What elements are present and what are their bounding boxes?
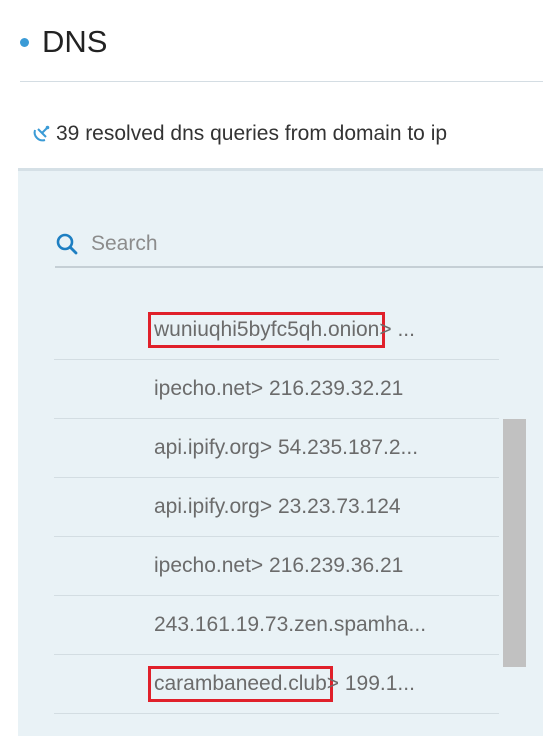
section-title: DNS (42, 24, 108, 59)
resolved-ip: > ... (379, 318, 415, 341)
scrollbar-thumb[interactable] (503, 419, 526, 667)
dns-section-header: DNS (0, 0, 543, 82)
summary-text: 39 resolved dns queries from domain to i… (56, 122, 448, 145)
list-item[interactable]: 243.161.19.73.zen.spamha... (54, 596, 499, 655)
resolved-ip: > 54.235.187.2... (259, 436, 419, 459)
resolved-ip: > 23.23.73.124 (259, 495, 401, 518)
query-domain: api.ipify.org (154, 495, 260, 518)
resolved-ip: > 216.239.36.21 (250, 554, 404, 577)
query-domain: api.ipify.org (154, 436, 260, 459)
bullet-icon (20, 38, 29, 47)
dns-queries-panel: wuniuqhi5byfc5qh.onion > ... ipecho.net … (18, 168, 543, 736)
list-item[interactable]: ipecho.net > 216.239.36.21 (54, 537, 499, 596)
query-domain: 243.161.19.73.zen.spamha... (154, 613, 427, 636)
highlighted-domain: wuniuqhi5byfc5qh.onion (147, 312, 386, 348)
query-domain: ipecho.net (154, 377, 251, 400)
list-item[interactable]: ipecho.net > 216.239.32.21 (54, 360, 499, 419)
search-input[interactable] (89, 231, 493, 257)
header-divider (20, 81, 543, 82)
list-item[interactable]: carambaneed.club > 199.1... (54, 655, 499, 714)
list-item[interactable]: wuniuqhi5byfc5qh.onion > ... (54, 301, 499, 360)
list-item[interactable]: api.ipify.org > 23.23.73.124 (54, 478, 499, 537)
search-icon[interactable] (55, 232, 79, 256)
highlighted-domain: carambaneed.club (148, 666, 333, 702)
dns-query-list: wuniuqhi5byfc5qh.onion > ... ipecho.net … (54, 301, 499, 714)
resolved-ip: > 216.239.32.21 (250, 377, 404, 400)
resolved-ip: > 199.1... (326, 672, 415, 695)
dns-summary: 39 resolved dns queries from domain to i… (32, 116, 447, 152)
query-domain: ipecho.net (154, 554, 251, 577)
satellite-dish-icon (32, 125, 50, 143)
list-item[interactable]: api.ipify.org > 54.235.187.2... (54, 419, 499, 478)
search-bar (55, 222, 543, 268)
